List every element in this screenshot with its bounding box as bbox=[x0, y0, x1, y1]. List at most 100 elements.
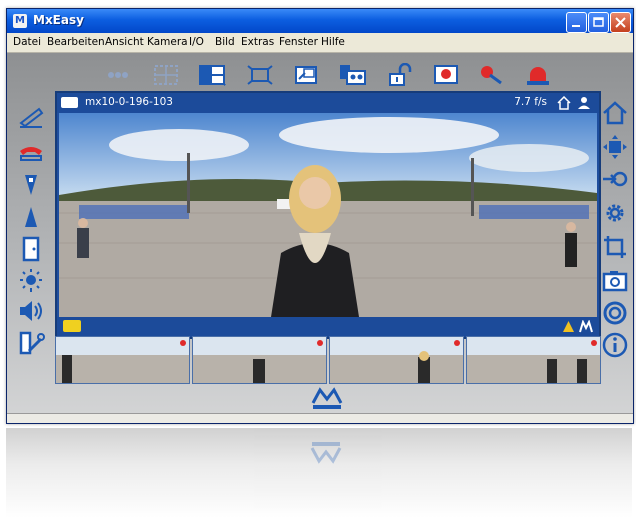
main-area: mx10-0-196-103 7.7 f/s bbox=[7, 53, 633, 414]
user-status-icon bbox=[578, 97, 590, 109]
window-restore-icon bbox=[295, 66, 317, 84]
settings-gear-icon bbox=[606, 204, 624, 222]
live-video[interactable] bbox=[59, 113, 597, 317]
info-button[interactable] bbox=[601, 331, 629, 359]
thumbnail-4[interactable] bbox=[466, 336, 601, 384]
minimize-button[interactable] bbox=[566, 12, 587, 33]
recording-dot bbox=[317, 340, 323, 346]
door-icon bbox=[22, 236, 40, 262]
layout-grid-icon bbox=[154, 65, 178, 85]
light-button[interactable] bbox=[17, 267, 45, 295]
camera-icon bbox=[61, 97, 78, 108]
layout-split-button[interactable] bbox=[197, 63, 227, 87]
mobotix-app-icon[interactable]: M bbox=[13, 14, 27, 28]
unlock-icon bbox=[389, 62, 412, 86]
title-bar[interactable]: M MxEasy bbox=[7, 9, 633, 33]
menu-io[interactable]: I/O bbox=[189, 36, 204, 48]
home-icon bbox=[603, 101, 627, 125]
camera-group-icon bbox=[340, 65, 366, 85]
arrow-up-icon bbox=[25, 207, 37, 227]
page-dots-button[interactable] bbox=[103, 63, 133, 87]
recording-dot bbox=[591, 340, 597, 346]
menu-bar: Datei Bearbeiten Ansicht Kamera I/O Bild… bbox=[7, 33, 633, 53]
thumbnail-2[interactable] bbox=[192, 336, 327, 384]
menu-hilfe[interactable]: Hilfe bbox=[321, 36, 345, 48]
thumbnail-image bbox=[193, 337, 326, 383]
settings-gear-button[interactable] bbox=[601, 199, 629, 227]
alarm-pin-icon bbox=[481, 66, 502, 85]
camera-image bbox=[59, 113, 597, 317]
layout-grid-button[interactable] bbox=[151, 63, 181, 87]
siren-button[interactable] bbox=[523, 63, 553, 87]
menu-bearbeiten[interactable]: Bearbeiten bbox=[47, 36, 105, 48]
thumbnail-strip bbox=[55, 336, 601, 384]
crop-icon bbox=[604, 236, 626, 258]
recording-badge-icon bbox=[63, 320, 81, 332]
camera-header: mx10-0-196-103 7.7 f/s bbox=[57, 93, 599, 113]
unlock-button[interactable] bbox=[385, 62, 415, 87]
speaker-icon bbox=[20, 301, 42, 321]
menu-extras[interactable]: Extras bbox=[241, 36, 274, 48]
snapshot-icon bbox=[602, 271, 628, 292]
login-button[interactable] bbox=[601, 165, 629, 193]
menu-ansicht[interactable]: Ansicht bbox=[105, 36, 144, 48]
handset-up-button[interactable] bbox=[17, 103, 45, 131]
menu-kamera[interactable]: Kamera bbox=[147, 36, 188, 48]
menu-fenster[interactable]: Fenster bbox=[279, 36, 318, 48]
arrow-down-button[interactable] bbox=[17, 171, 45, 199]
record-button[interactable] bbox=[431, 63, 461, 87]
door-button[interactable] bbox=[17, 235, 45, 263]
frame-rate: 7.7 f/s bbox=[514, 96, 547, 108]
thumbnail-image bbox=[56, 337, 189, 383]
speaker-button[interactable] bbox=[17, 297, 45, 325]
window-title: MxEasy bbox=[33, 13, 84, 27]
siren-icon bbox=[527, 67, 549, 85]
info-icon bbox=[602, 332, 628, 358]
handset-up-icon bbox=[19, 107, 44, 128]
handset-down-button[interactable] bbox=[17, 137, 45, 165]
handset-down-icon bbox=[20, 147, 42, 161]
home-button[interactable] bbox=[601, 99, 629, 127]
fullscreen-icon bbox=[247, 65, 273, 85]
mobotix-small-icon bbox=[579, 320, 593, 333]
arrows-expand-icon bbox=[603, 135, 627, 159]
crop-button[interactable] bbox=[601, 233, 629, 261]
camera-footer bbox=[57, 317, 599, 337]
mobotix-logo-reflection bbox=[310, 442, 342, 464]
window-restore-button[interactable] bbox=[291, 63, 321, 87]
menu-datei[interactable]: Datei bbox=[13, 36, 41, 48]
light-icon bbox=[20, 269, 42, 292]
arrow-up-button[interactable] bbox=[17, 203, 45, 231]
thumbnail-image bbox=[467, 337, 600, 383]
layout-split-icon bbox=[199, 65, 226, 86]
mxeasy-window: M MxEasy Datei Bearbeiten Ansicht Kamera… bbox=[6, 8, 634, 424]
menu-bild[interactable]: Bild bbox=[215, 36, 235, 48]
page-dots-icon bbox=[108, 72, 128, 78]
recording-dot bbox=[454, 340, 460, 346]
thumbnail-1[interactable] bbox=[55, 336, 190, 384]
camera-view-panel: mx10-0-196-103 7.7 f/s bbox=[55, 91, 601, 339]
home-status-icon bbox=[557, 96, 571, 110]
recording-dot bbox=[180, 340, 186, 346]
lifebuoy-button[interactable] bbox=[601, 299, 629, 327]
alarm-pin-button[interactable] bbox=[477, 63, 507, 87]
arrow-down-icon bbox=[25, 175, 37, 195]
mobotix-logo bbox=[311, 387, 343, 409]
close-icon bbox=[615, 17, 626, 28]
close-button[interactable] bbox=[610, 12, 631, 33]
tools-button[interactable] bbox=[17, 329, 45, 357]
warning-icon bbox=[563, 321, 574, 332]
camera-name[interactable]: mx10-0-196-103 bbox=[85, 96, 173, 108]
window-reflection bbox=[6, 428, 632, 518]
status-bar bbox=[7, 413, 633, 423]
arrows-expand-button[interactable] bbox=[601, 133, 629, 161]
tools-icon bbox=[19, 331, 45, 355]
maximize-button[interactable] bbox=[588, 12, 609, 33]
snapshot-button[interactable] bbox=[601, 267, 629, 295]
thumbnail-image bbox=[330, 337, 463, 383]
minimize-icon bbox=[572, 25, 580, 27]
fullscreen-button[interactable] bbox=[245, 63, 275, 87]
camera-group-button[interactable] bbox=[337, 63, 367, 87]
lifebuoy-icon bbox=[603, 301, 627, 325]
thumbnail-3[interactable] bbox=[329, 336, 464, 384]
